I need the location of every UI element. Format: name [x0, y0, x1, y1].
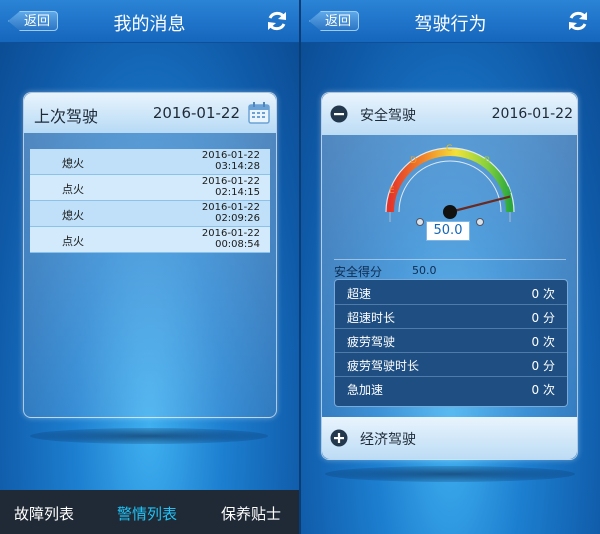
stat-value: 0 分 — [531, 359, 555, 373]
page-title: 驾驶行为 — [414, 14, 487, 35]
messages-screen: 返回 我的消息 上次驾驶 2016-01-22 熄火 2016-01-22 03… — [0, 0, 299, 534]
card-title: 上次驾驶 — [34, 107, 99, 126]
gauge-label-c: C — [446, 144, 452, 154]
tab-bar: 故障列表 警情列表 保养贴士 — [0, 490, 299, 534]
message-event: 点火 — [62, 235, 84, 248]
gauge-hub — [443, 205, 457, 219]
calendar-icon[interactable] — [248, 102, 270, 124]
message-datetime: 2016-01-22 02:14:15 — [201, 176, 260, 198]
collapse-icon[interactable] — [330, 105, 348, 123]
table-row: 超速 0 次 — [335, 280, 567, 305]
message-datetime: 2016-01-22 02:09:26 — [201, 202, 260, 224]
stat-value: 0 次 — [531, 335, 555, 349]
tab-fault-list[interactable]: 故障列表 — [14, 503, 74, 524]
expand-icon[interactable] — [330, 429, 348, 447]
table-row: 疲劳驾驶 0 次 — [335, 328, 567, 353]
driving-card: 安全驾驶 2016-01-22 E D C B A 50.0 安全得分 50.0… — [321, 92, 578, 460]
stat-value: 0 分 — [531, 311, 555, 325]
safe-driving-header[interactable]: 安全驾驶 2016-01-22 — [322, 93, 577, 135]
eco-driving-header[interactable]: 经济驾驶 — [322, 417, 577, 459]
gauge-label-b: B — [484, 156, 490, 166]
stats-table: 超速 0 次 超速时长 0 分 疲劳驾驶 0 次 疲劳驾驶时长 0 分 急加速 … — [334, 279, 568, 407]
stat-label: 超速时长 — [347, 311, 396, 325]
stat-label: 疲劳驾驶时长 — [347, 359, 420, 373]
message-datetime: 2016-01-22 03:14:28 — [201, 150, 260, 172]
refresh-icon[interactable] — [265, 9, 289, 33]
card-shadow — [325, 466, 575, 482]
score-label: 安全得分 — [334, 265, 383, 279]
table-row: 超速时长 0 分 — [335, 304, 567, 329]
table-row: 急加速 0 次 — [335, 376, 567, 400]
gauge-label-e: E — [389, 186, 395, 196]
section-date: 2016-01-22 — [491, 106, 573, 122]
stat-value: 0 次 — [531, 287, 555, 301]
card-shadow — [30, 428, 268, 444]
tab-alert-list[interactable]: 警情列表 — [117, 503, 177, 524]
table-row: 疲劳驾驶时长 0 分 — [335, 352, 567, 377]
nav-bar: 返回 驾驶行为 — [301, 0, 600, 43]
gauge-label-d: D — [410, 156, 417, 166]
stat-label: 超速 — [347, 287, 372, 301]
stat-label: 急加速 — [347, 383, 384, 397]
tab-maintenance-tips[interactable]: 保养贴士 — [221, 503, 281, 524]
message-list: 熄火 2016-01-22 03:14:28 点火 2016-01-22 02:14… — [30, 149, 270, 253]
gauge-value: 50.0 — [426, 221, 470, 241]
nav-bar: 返回 我的消息 — [0, 0, 299, 43]
gauge-label-a: A — [505, 186, 512, 196]
stat-label: 疲劳驾驶 — [347, 335, 396, 349]
last-drive-card: 上次驾驶 2016-01-22 熄火 2016-01-22 03:14:28 点火 — [23, 92, 277, 418]
card-header: 上次驾驶 2016-01-22 — [24, 93, 276, 133]
score-value: 50.0 — [412, 264, 437, 277]
list-item[interactable]: 点火 2016-01-22 02:14:15 — [30, 175, 270, 201]
message-datetime: 2016-01-22 00:08:54 — [201, 228, 260, 250]
section-title: 经济驾驶 — [360, 432, 416, 448]
stat-value: 0 次 — [531, 383, 555, 397]
list-item[interactable]: 熄火 2016-01-22 02:09:26 — [30, 201, 270, 227]
list-item[interactable]: 点火 2016-01-22 00:08:54 — [30, 227, 270, 253]
message-event: 点火 — [62, 183, 84, 196]
card-date: 2016-01-22 — [152, 104, 240, 122]
message-event: 熄火 — [62, 157, 84, 170]
driving-behavior-screen: 返回 驾驶行为 安全驾驶 2016-01-22 E D C B A 50.0 安… — [301, 0, 600, 534]
refresh-icon[interactable] — [566, 9, 590, 33]
list-item[interactable]: 熄火 2016-01-22 03:14:28 — [30, 149, 270, 175]
message-event: 熄火 — [62, 209, 84, 222]
section-title: 安全驾驶 — [360, 108, 416, 124]
page-title: 我的消息 — [113, 14, 186, 35]
